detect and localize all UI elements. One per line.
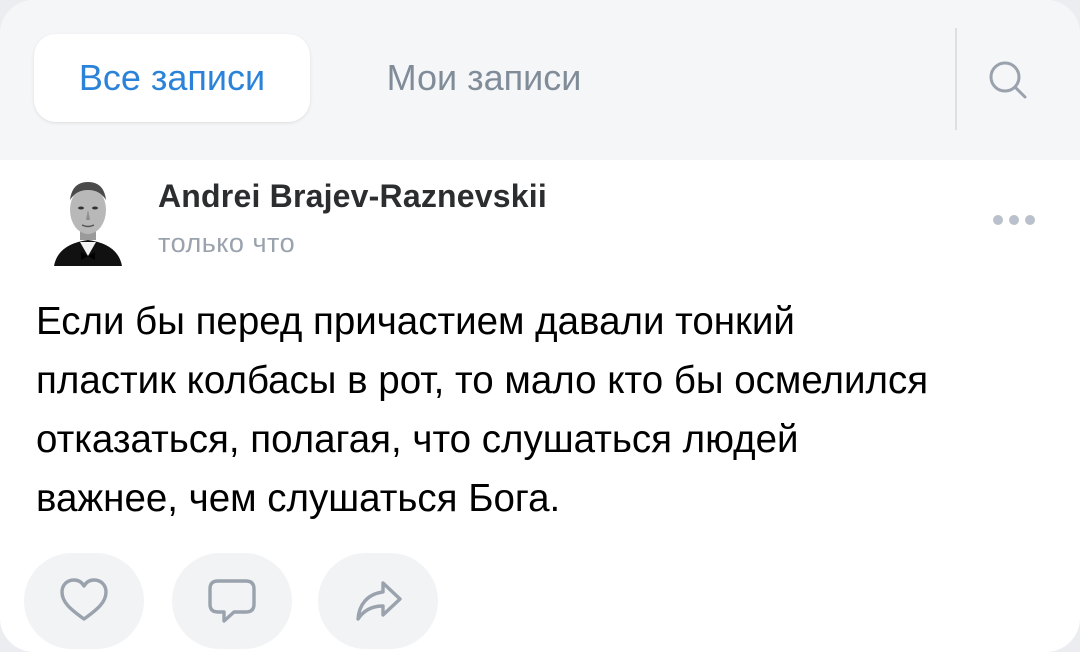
post-text: Если бы перед причастием давали тонкий п… (36, 292, 1056, 528)
tab-my-posts[interactable]: Мои записи (346, 34, 622, 122)
heart-icon (60, 578, 108, 621)
tab-bar: Все записи Мои записи (0, 0, 1080, 160)
post-card: Все записи Мои записи Andrei Brajev-Razn… (0, 0, 1080, 652)
post-text-line: Если бы перед причастием давали тонкий (36, 300, 795, 343)
post-more-button[interactable] (984, 202, 1044, 238)
comment-button[interactable] (172, 553, 292, 649)
like-button[interactable] (24, 553, 144, 649)
author-photo (48, 170, 128, 270)
tab-all-posts-label: Все записи (78, 57, 266, 98)
share-button[interactable] (318, 553, 438, 649)
more-horizontal-icon (993, 215, 1035, 225)
post-text-line: важнее, чем слушаться Бога. (36, 477, 561, 520)
post-text-line: отказаться, полагая, что слушаться людей (36, 418, 799, 461)
post-author-name[interactable]: Andrei Brajev-Raznevskii (158, 178, 547, 215)
tab-divider (955, 28, 957, 130)
comment-icon (208, 579, 256, 623)
search-button[interactable] (976, 52, 1040, 108)
post-timestamp: только что (158, 228, 296, 258)
post-text-line: пластик колбасы в рот, то мало кто бы ос… (36, 359, 929, 402)
author-avatar[interactable] (48, 170, 128, 270)
search-icon (989, 61, 1027, 99)
tab-my-posts-label: Мои записи (386, 57, 582, 98)
tab-all-posts[interactable]: Все записи (34, 34, 310, 122)
share-arrow-icon (356, 581, 402, 621)
